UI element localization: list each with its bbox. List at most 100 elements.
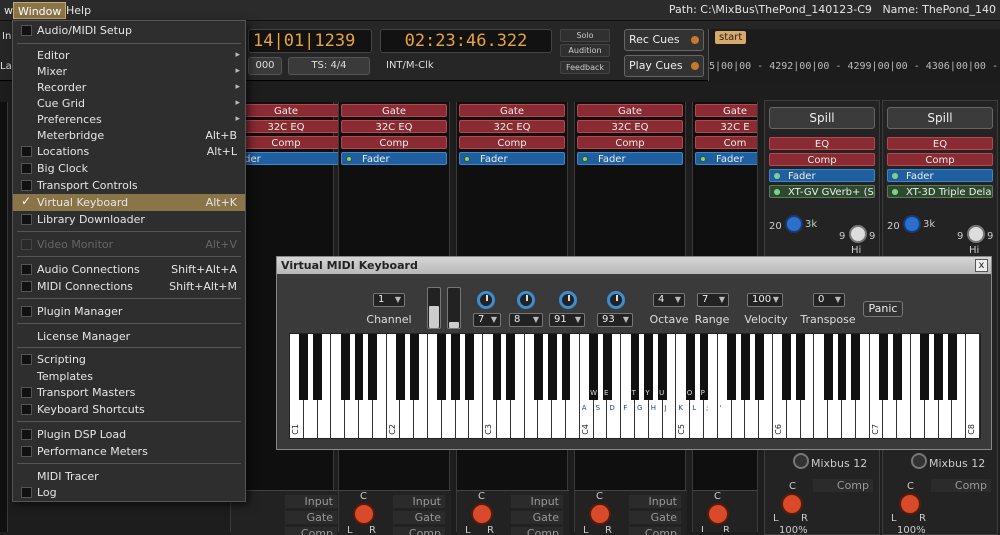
pan-knob-icon[interactable] [471,503,493,525]
comp-processor[interactable]: Comp [341,136,447,149]
menu-item-keyboard-shortcuts[interactable]: Keyboard Shortcuts [13,401,245,418]
gate-button[interactable]: Gate [629,511,681,524]
mixbus-knob-icon[interactable] [793,453,809,469]
comp-processor[interactable]: Comp [459,136,565,149]
velocity-select[interactable]: 100 ▼ [747,293,783,307]
fader-processor[interactable]: Fader [459,152,565,165]
bbt-clock[interactable]: 14|01|1239 [248,29,372,53]
cc-select[interactable]: 8 ▼ [509,313,543,327]
audition-indicator[interactable]: Audition [560,44,610,57]
black-key[interactable] [533,334,543,400]
cc-select[interactable]: 91 ▼ [549,313,585,327]
black-key[interactable] [464,334,474,400]
close-icon[interactable]: x [975,259,988,272]
gate-processor[interactable]: Gate [577,104,683,117]
menu-item-editor[interactable]: Editor ▸ [13,47,245,64]
black-key[interactable]: U [658,334,667,400]
black-key[interactable] [823,334,833,400]
gate-button[interactable]: Gate [511,511,563,524]
comp-processor[interactable]: Comp [233,136,339,149]
black-key[interactable] [740,334,750,400]
gate-processor[interactable]: Gate [341,104,447,117]
gate-button[interactable]: Gate [285,511,337,524]
bpm-display[interactable]: 000 [248,57,282,75]
modulation-slider[interactable] [447,287,461,329]
black-key[interactable]: O [685,334,695,400]
spill-button[interactable]: Spill [887,107,993,129]
cc-select[interactable]: 7 ▼ [473,313,501,327]
menu-item-audio-midi-setup[interactable]: Audio/MIDI Setup [13,22,245,39]
mixbus-comp-button[interactable]: Comp [813,479,873,492]
menu-item-meterbridge[interactable]: Meterbridge Alt+B [13,127,245,144]
black-key[interactable] [796,334,805,400]
cc-select[interactable]: 93 ▼ [597,313,633,327]
range-select[interactable]: 7 ▼ [697,293,729,307]
eq-hi-knob-icon[interactable] [849,225,867,243]
black-key[interactable] [754,334,764,400]
pitchbend-slider[interactable] [427,287,441,329]
black-key[interactable] [506,334,516,400]
input-button[interactable]: Input [629,495,681,508]
comp-button[interactable]: Comp [285,527,337,535]
input-button[interactable]: Input [511,495,563,508]
menu-item-cue-grid[interactable]: Cue Grid ▸ [13,95,245,112]
menu-item-big-clock[interactable]: Big Clock [13,160,245,177]
pan-knob-icon[interactable] [899,493,921,515]
fader-processor[interactable]: Fader [341,152,447,165]
black-key[interactable] [313,334,322,400]
channel-select[interactable]: 1 ▼ [373,293,405,307]
black-key[interactable]: Y [644,334,654,400]
black-key[interactable] [561,334,571,400]
mixbus-comp-button[interactable]: Comp [931,479,991,492]
gate-processor[interactable]: Gate [695,104,757,117]
fader-processor[interactable]: Fader [577,152,683,165]
comp-button[interactable]: Comp [511,527,563,535]
menu-item-midi-connections[interactable]: MIDI Connections Shift+Alt+M [13,278,245,295]
piano-keyboard[interactable]: C1 C2 C3 C4 A S D F G H J C5 K L; ' C6 C7 C8 W E T Y U O P [289,333,981,439]
black-key[interactable] [782,334,792,400]
input-button[interactable]: Input [393,495,445,508]
mixbus-fader-processor[interactable]: Fader [887,169,993,182]
window-title[interactable]: Virtual MIDI Keyboard [277,257,991,274]
rec-cues-button[interactable]: Rec Cues [624,29,704,51]
menu-item-library-downloader[interactable]: Library Downloader [13,211,245,228]
mixbus-comp-processor[interactable]: Comp [769,153,875,166]
gate-processor[interactable]: Gate [459,104,565,117]
pan-knob-icon[interactable] [781,493,803,515]
fader-processor[interactable]: Fader [695,152,757,165]
panic-button[interactable]: Panic [863,301,903,317]
comp-button[interactable]: Comp [629,527,681,535]
eq-processor[interactable]: 32C E [695,120,757,133]
menu-item-templates[interactable]: Templates [13,368,245,385]
black-key[interactable] [727,334,736,400]
pan-knob-icon[interactable] [589,503,611,525]
mixbus-eq-processor[interactable]: EQ [887,137,993,150]
menu-help[interactable]: Help [62,2,95,19]
black-key[interactable]: E [602,334,612,400]
black-key[interactable] [299,334,309,400]
black-key[interactable] [451,334,460,400]
menu-item-scripting[interactable]: Scripting [13,351,245,368]
time-signature-button[interactable]: TS: 4/4 [288,57,370,75]
black-key[interactable] [368,334,378,400]
menu-item-log[interactable]: Log [13,484,245,501]
menu-item-plugin-manager[interactable]: Plugin Manager [13,303,245,320]
menu-item-license-manager[interactable]: License Manager [13,328,245,345]
octave-select[interactable]: 4 ▼ [653,293,685,307]
mixbus-name[interactable]: Mixbus 12 [929,457,985,470]
feedback-indicator[interactable]: Feedback [560,61,610,74]
eq-hi-knob-icon[interactable] [967,225,985,243]
cc-knob-icon[interactable] [477,291,495,309]
start-marker[interactable]: start [715,31,747,44]
menu-item-preferences[interactable]: Preferences ▸ [13,111,245,128]
gate-processor[interactable]: Gate [233,104,339,117]
menu-item-performance-meters[interactable]: Performance Meters [13,443,245,460]
black-key[interactable] [547,334,557,400]
input-button[interactable]: Input [285,495,337,508]
eq-low-knob-icon[interactable] [903,215,921,233]
menu-item-audio-connections[interactable]: Audio Connections Shift+Alt+A [13,261,245,278]
black-key[interactable] [892,334,902,400]
black-key[interactable] [492,334,502,400]
mixbus-fader-processor[interactable]: Fader [769,169,875,182]
eq-low-knob-icon[interactable] [785,215,803,233]
